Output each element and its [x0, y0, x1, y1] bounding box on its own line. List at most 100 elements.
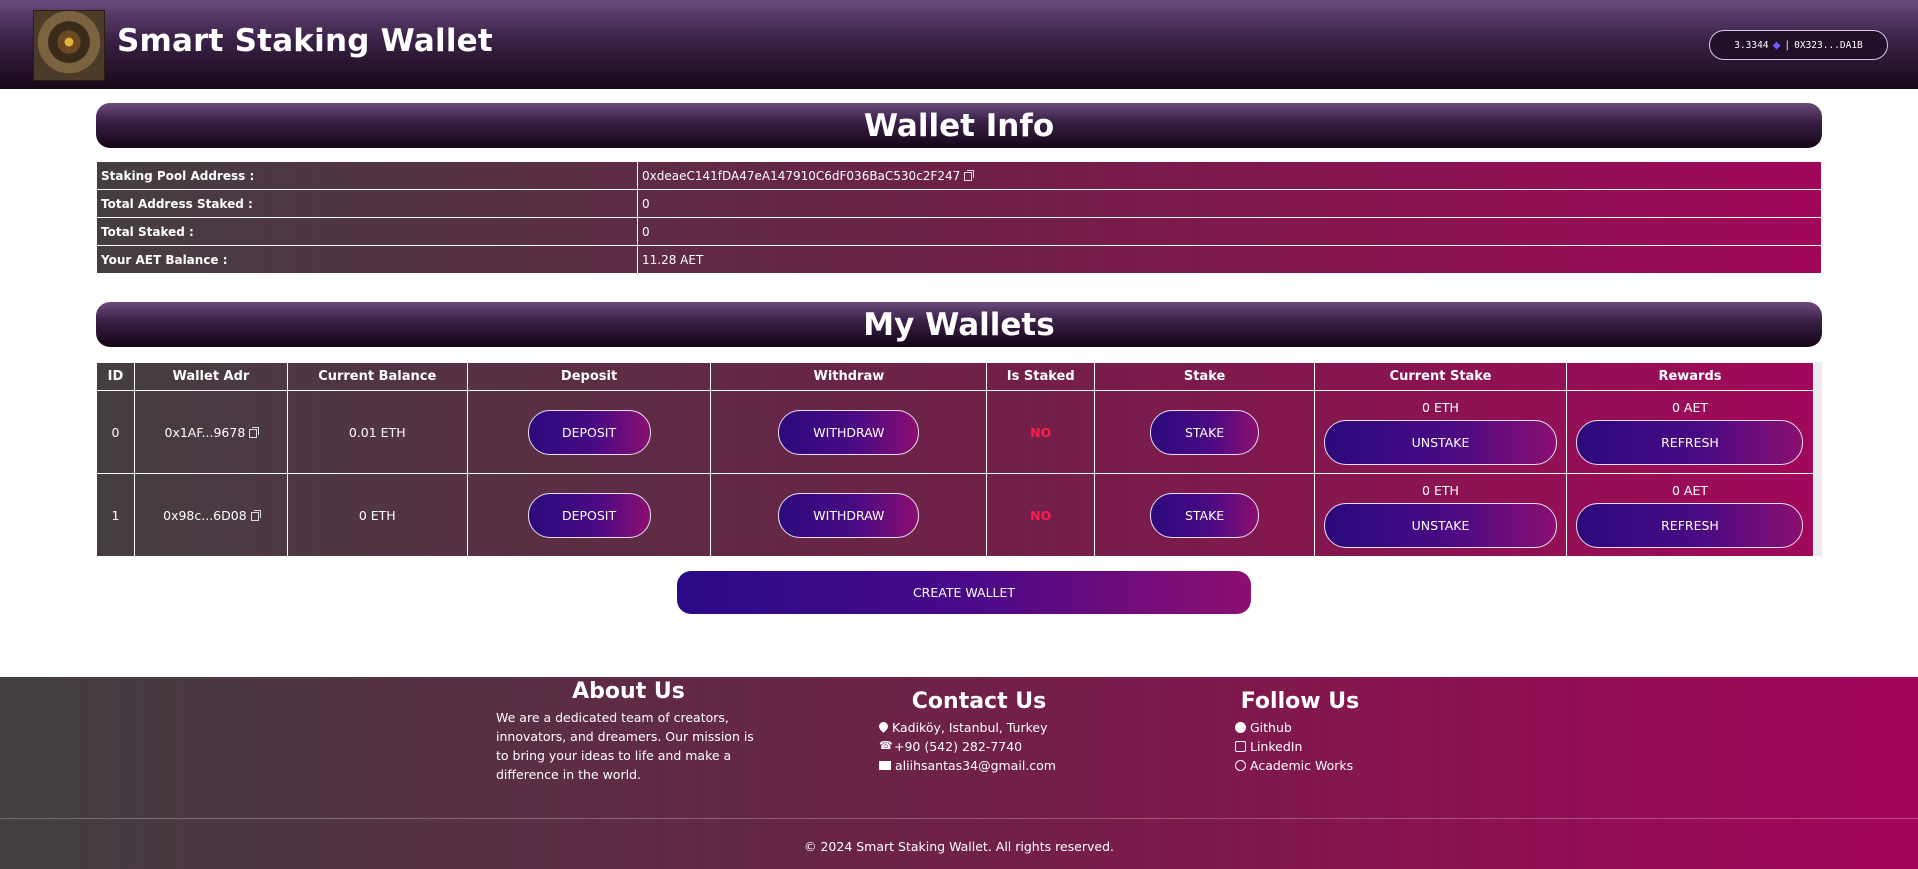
col-rewards: Rewards	[1565, 362, 1815, 391]
rewards-value: 0 AET	[1671, 482, 1708, 498]
email-text[interactable]: aliihsantas34@gmail.com	[895, 758, 1056, 773]
wallet-address: 0x1AF...9678	[164, 424, 246, 440]
linkedin-link[interactable]: LinkedIn	[1235, 737, 1365, 756]
info-value: 0	[637, 217, 1822, 246]
rewards-value: 0 AET	[1671, 399, 1708, 415]
linkedin-icon	[1235, 741, 1246, 752]
location-text: Kadiköy, Istanbul, Turkey	[892, 720, 1048, 735]
phone-icon	[879, 739, 893, 752]
contact-location: Kadiköy, Istanbul, Turkey	[879, 718, 1079, 737]
stake-cell: STAKE	[1094, 473, 1315, 557]
staking-pool-address: 0xdeaeC141fDA47eA147910C6dF036BaC530c2F2…	[642, 168, 961, 183]
github-icon	[1235, 722, 1246, 733]
about-text: We are a dedicated team of creators, inn…	[496, 710, 754, 782]
table-scrollbar[interactable]	[1814, 362, 1822, 556]
stake-button[interactable]: STAKE	[1150, 409, 1260, 455]
about-heading: About Us	[572, 679, 685, 704]
wallets-table: ID Wallet Adr Current Balance Deposit Wi…	[96, 362, 1815, 557]
stake-button[interactable]: STAKE	[1150, 492, 1260, 538]
wallet-row: 0 0x1AF...9678 0.01 ETH DEPOSIT WITHDRAW…	[96, 390, 1815, 474]
unstake-button[interactable]: UNSTAKE	[1323, 419, 1557, 465]
col-stake: Stake	[1094, 362, 1315, 391]
follow-section: Follow Us Github LinkedIn Academic Works	[1235, 689, 1365, 775]
my-wallets-heading: My Wallets	[96, 302, 1822, 347]
current-stake-value: 0 ETH	[1422, 482, 1459, 498]
globe-icon	[1235, 760, 1246, 771]
account-address: 0X323...DA1B	[1794, 39, 1863, 51]
info-value: 0	[637, 189, 1822, 218]
is-staked-cell: NO	[986, 390, 1096, 474]
academic-label[interactable]: Academic Works	[1250, 758, 1353, 773]
contact-phone: +90 (542) 282-7740	[879, 737, 1079, 756]
location-pin-icon	[879, 722, 888, 733]
copy-icon[interactable]	[250, 509, 261, 521]
eth-icon: ◆	[1772, 37, 1781, 53]
footer: About Us We are a dedicated team of crea…	[0, 677, 1918, 869]
info-row: Your AET Balance : 11.28 AET	[96, 245, 1822, 274]
academic-link[interactable]: Academic Works	[1235, 756, 1365, 775]
info-label: Your AET Balance :	[96, 245, 638, 274]
wallet-info-table: Staking Pool Address : 0xdeaeC141fDA47eA…	[96, 161, 1822, 274]
create-wallet-button[interactable]: CREATE WALLET	[677, 571, 1251, 614]
app-title: Smart Staking Wallet	[117, 23, 493, 59]
copy-icon[interactable]	[249, 426, 260, 438]
wallet-row: 1 0x98c...6D08 0 ETH DEPOSIT WITHDRAW NO…	[96, 473, 1815, 557]
account-separator: |	[1784, 39, 1791, 51]
col-wallet-adr: Wallet Adr	[133, 362, 288, 391]
github-link[interactable]: Github	[1235, 718, 1365, 737]
rewards-cell: 0 AET REFRESH	[1565, 390, 1815, 474]
deposit-cell: DEPOSIT	[466, 473, 712, 557]
phone-text: +90 (542) 282-7740	[894, 739, 1023, 754]
wallets-header-row: ID Wallet Adr Current Balance Deposit Wi…	[96, 362, 1815, 391]
col-deposit: Deposit	[466, 362, 712, 391]
info-label: Staking Pool Address :	[96, 161, 638, 190]
contact-heading: Contact Us	[911, 689, 1047, 714]
linkedin-label[interactable]: LinkedIn	[1250, 739, 1302, 754]
wallet-balance: 0.01 ETH	[286, 390, 468, 474]
copyright-text: © 2024 Smart Staking Wallet. All rights …	[803, 839, 1114, 854]
wallet-balance: 0 ETH	[286, 473, 468, 557]
withdraw-button[interactable]: WITHDRAW	[778, 409, 920, 455]
info-label: Total Staked :	[96, 217, 638, 246]
deposit-button[interactable]: DEPOSIT	[527, 492, 651, 538]
info-row: Total Address Staked : 0	[96, 189, 1822, 218]
contact-section: Contact Us Kadiköy, Istanbul, Turkey +90…	[879, 689, 1079, 775]
info-label: Total Address Staked :	[96, 189, 638, 218]
is-staked-cell: NO	[986, 473, 1096, 557]
envelope-icon	[879, 761, 891, 770]
refresh-button[interactable]: REFRESH	[1576, 419, 1804, 465]
col-current-stake: Current Stake	[1314, 362, 1567, 391]
stake-cell: STAKE	[1094, 390, 1315, 474]
footer-divider	[0, 818, 1918, 819]
deposit-button[interactable]: DEPOSIT	[527, 409, 651, 455]
info-value: 11.28 AET	[637, 245, 1822, 274]
account-button[interactable]: 3.3344 ◆ | 0X323...DA1B	[1709, 30, 1888, 60]
rewards-cell: 0 AET REFRESH	[1565, 473, 1815, 557]
current-stake-value: 0 ETH	[1422, 399, 1459, 415]
unstake-button[interactable]: UNSTAKE	[1323, 502, 1557, 548]
github-label[interactable]: Github	[1250, 720, 1292, 735]
info-value: 0xdeaeC141fDA47eA147910C6dF036BaC530c2F2…	[637, 161, 1822, 190]
col-id: ID	[96, 362, 135, 391]
follow-heading: Follow Us	[1240, 689, 1360, 714]
info-row: Total Staked : 0	[96, 217, 1822, 246]
current-stake-cell: 0 ETH UNSTAKE	[1314, 390, 1567, 474]
copy-icon[interactable]	[964, 169, 975, 181]
wallet-address-cell: 0x98c...6D08	[133, 473, 288, 557]
wallet-address: 0x98c...6D08	[163, 507, 247, 523]
withdraw-cell: WITHDRAW	[710, 390, 988, 474]
is-staked-status: NO	[1030, 424, 1052, 440]
withdraw-button[interactable]: WITHDRAW	[778, 492, 920, 538]
wallet-info-heading: Wallet Info	[96, 103, 1822, 148]
contact-email[interactable]: aliihsantas34@gmail.com	[879, 756, 1079, 775]
info-row: Staking Pool Address : 0xdeaeC141fDA47eA…	[96, 161, 1822, 190]
withdraw-cell: WITHDRAW	[710, 473, 988, 557]
wallet-id: 0	[96, 390, 135, 474]
refresh-button[interactable]: REFRESH	[1576, 502, 1804, 548]
wallet-address-cell: 0x1AF...9678	[133, 390, 288, 474]
col-is-staked: Is Staked	[986, 362, 1096, 391]
app-logo	[33, 10, 105, 81]
top-bar: Smart Staking Wallet 3.3344 ◆ | 0X323...…	[0, 0, 1918, 89]
wallet-id: 1	[96, 473, 135, 557]
account-balance: 3.3344	[1734, 39, 1769, 51]
